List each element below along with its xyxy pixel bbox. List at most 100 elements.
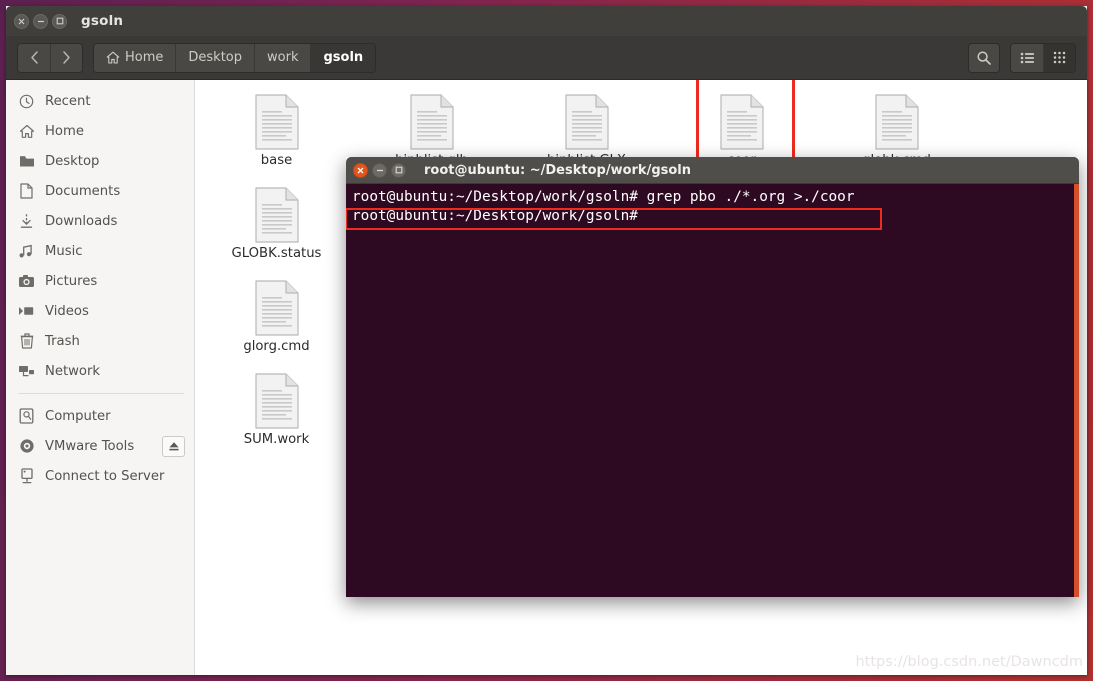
terminal-output[interactable]: root@ubuntu:~/Desktop/work/gsoln# grep p… (346, 184, 1079, 597)
sidebar-item-label: Videos (45, 303, 89, 319)
terminal-title: root@ubuntu: ~/Desktop/work/gsoln (424, 162, 692, 178)
document-icon (564, 94, 609, 150)
sidebar-item-trash[interactable]: Trash (6, 326, 194, 356)
sidebar-item-music[interactable]: Music (6, 236, 194, 266)
minimize-icon[interactable] (372, 162, 387, 178)
sidebar-item-label: Documents (45, 183, 121, 199)
desktop-background: gsoln Home Desktop work gsoln Recent Hom… (0, 0, 1093, 681)
disc-icon (18, 438, 35, 454)
maximize-icon[interactable] (391, 162, 406, 178)
document-icon (18, 183, 35, 199)
home-icon (106, 51, 120, 64)
maximize-icon[interactable] (52, 13, 67, 29)
sidebar-item-network[interactable]: Network (6, 356, 194, 386)
view-toggle-group (1010, 42, 1076, 73)
download-icon (18, 213, 35, 229)
breadcrumb-label: Home (125, 50, 164, 65)
list-view-button[interactable] (1011, 43, 1043, 72)
clock-icon (18, 94, 35, 109)
sidebar-item-computer[interactable]: Computer (6, 401, 194, 431)
forward-button[interactable] (50, 43, 82, 72)
sidebar-item-label: Connect to Server (45, 468, 165, 484)
list-view-icon (1020, 52, 1034, 63)
toolbar-right-group (968, 42, 1076, 73)
terminal-line: root@ubuntu:~/Desktop/work/gsoln# grep p… (352, 189, 855, 205)
music-icon (18, 244, 35, 259)
breadcrumb-label: gsoln (323, 50, 364, 65)
breadcrumb-item-work[interactable]: work (254, 43, 311, 72)
breadcrumb-item-gsoln[interactable]: gsoln (310, 43, 376, 72)
terminal-window: root@ubuntu: ~/Desktop/work/gsoln root@u… (346, 157, 1079, 597)
grid-view-button[interactable] (1043, 43, 1075, 72)
document-icon (409, 94, 454, 150)
watermark: https://blog.csdn.net/Dawncdm (855, 654, 1083, 670)
sidebar-item-label: Computer (45, 408, 111, 424)
eject-button[interactable] (162, 435, 185, 457)
sidebar: Recent Home Desktop Documents Downloads … (6, 80, 195, 675)
document-icon (254, 94, 299, 150)
sidebar-item-vmware-tools[interactable]: VMware Tools (6, 431, 194, 461)
video-icon (18, 305, 35, 317)
sidebar-item-recent[interactable]: Recent (6, 86, 194, 116)
file-item[interactable]: base (199, 88, 354, 173)
sidebar-item-connect-to-server[interactable]: Connect to Server (6, 461, 194, 491)
sidebar-item-home[interactable]: Home (6, 116, 194, 146)
sidebar-item-label: Recent (45, 93, 91, 109)
breadcrumb-label: work (267, 50, 299, 65)
file-name: base (260, 153, 293, 168)
file-item[interactable]: SUM.work (199, 367, 354, 452)
annotation-box-command (346, 208, 882, 230)
breadcrumb-label: Desktop (188, 50, 243, 65)
sidebar-item-pictures[interactable]: Pictures (6, 266, 194, 296)
search-button[interactable] (968, 42, 1000, 73)
sidebar-item-downloads[interactable]: Downloads (6, 206, 194, 236)
document-icon (254, 187, 299, 243)
sidebar-divider (18, 393, 184, 394)
breadcrumb: Home Desktop work gsoln (93, 42, 377, 73)
sidebar-item-desktop[interactable]: Desktop (6, 146, 194, 176)
close-icon[interactable] (14, 13, 29, 29)
computer-icon (18, 408, 35, 424)
back-button[interactable] (18, 43, 50, 72)
window-controls (14, 13, 67, 29)
eject-icon (168, 441, 179, 450)
sidebar-item-label: Desktop (45, 153, 100, 169)
home-icon (18, 124, 35, 139)
sidebar-item-label: Music (45, 243, 83, 259)
terminal-titlebar: root@ubuntu: ~/Desktop/work/gsoln (346, 157, 1079, 184)
breadcrumb-item-home[interactable]: Home (94, 43, 176, 72)
navigation-buttons (17, 42, 83, 73)
minimize-icon[interactable] (33, 13, 48, 29)
trash-icon (18, 333, 35, 349)
sidebar-item-label: Network (45, 363, 101, 379)
sidebar-item-label: Pictures (45, 273, 98, 289)
document-icon (719, 94, 764, 150)
folder-icon (18, 154, 35, 168)
sidebar-item-videos[interactable]: Videos (6, 296, 194, 326)
server-icon (18, 468, 35, 484)
search-icon (977, 50, 991, 65)
network-icon (18, 364, 35, 378)
terminal-scrollbar[interactable] (1074, 184, 1079, 597)
sidebar-item-label: Home (45, 123, 84, 139)
sidebar-item-label: Downloads (45, 213, 118, 229)
document-icon (254, 280, 299, 336)
breadcrumb-item-desktop[interactable]: Desktop (175, 43, 255, 72)
file-name: SUM.work (243, 432, 310, 447)
terminal-window-controls (353, 162, 406, 178)
sidebar-item-documents[interactable]: Documents (6, 176, 194, 206)
file-name: glorg.cmd (243, 339, 310, 354)
window-title: gsoln (81, 13, 124, 29)
camera-icon (18, 274, 35, 288)
window-titlebar: gsoln (6, 6, 1087, 36)
toolbar: Home Desktop work gsoln (6, 36, 1087, 80)
document-icon (254, 373, 299, 429)
file-name: GLOBK.status (231, 246, 322, 261)
file-item[interactable]: glorg.cmd (199, 274, 354, 359)
sidebar-item-label: VMware Tools (45, 438, 135, 454)
sidebar-item-label: Trash (45, 333, 80, 349)
document-icon (874, 94, 919, 150)
file-item[interactable]: GLOBK.status (199, 181, 354, 266)
close-icon[interactable] (353, 162, 368, 178)
grid-view-icon (1053, 51, 1066, 64)
